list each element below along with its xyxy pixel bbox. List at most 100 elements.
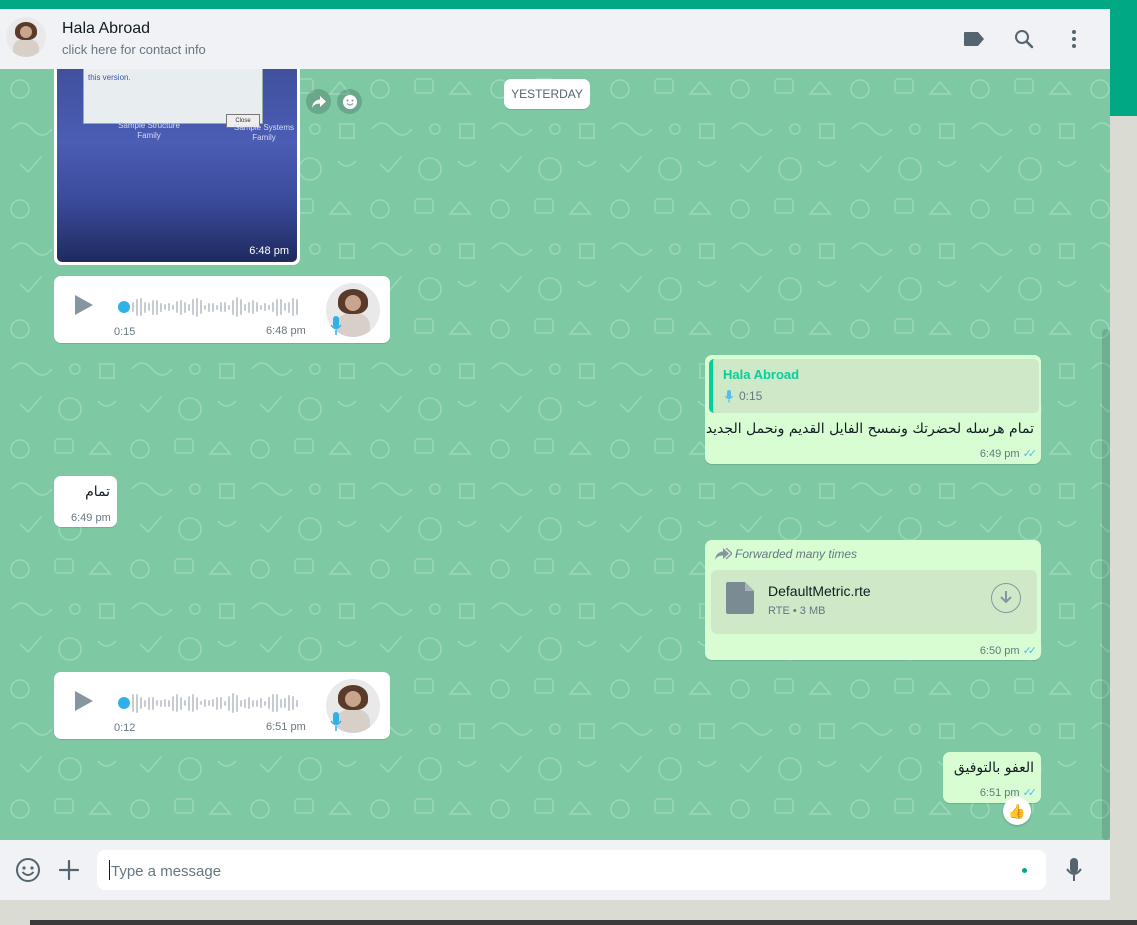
play-button[interactable]	[75, 295, 93, 315]
chat-header[interactable]: Hala Abroad click here for contact info	[0, 9, 1110, 69]
message-time: 6:48 pm	[266, 325, 306, 337]
waveform-bar	[276, 298, 278, 316]
waveform-bar	[172, 695, 174, 711]
text-caret	[109, 860, 110, 880]
waveform-bar	[200, 300, 202, 314]
outgoing-reply-message[interactable]: Hala Abroad 0:15 تمام هرسله لحضرتك ونمسح…	[705, 355, 1041, 464]
waveform-bar	[208, 302, 210, 312]
waveform-bar	[148, 303, 150, 311]
waveform-bar	[236, 694, 238, 712]
composer-bar	[0, 840, 1110, 900]
waveform-bar	[156, 700, 158, 706]
waveform-bar	[236, 297, 238, 317]
message-meta: 6:51 pm ✓✓	[980, 786, 1037, 799]
forward-icon	[311, 95, 326, 108]
outgoing-text-message[interactable]: العفو بالتوفيق 6:51 pm ✓✓	[943, 752, 1041, 803]
waveform-bar	[224, 700, 226, 706]
waveform-bar	[208, 700, 210, 706]
microphone-icon	[725, 390, 733, 403]
waveform-bar	[204, 699, 206, 707]
document-icon	[726, 582, 754, 614]
waveform-bar	[172, 304, 174, 310]
waveform-bar	[288, 301, 290, 313]
waveform-bar	[184, 301, 186, 313]
search-icon[interactable]	[1010, 25, 1038, 53]
microphone-icon	[330, 316, 342, 335]
playback-position-dot[interactable]	[118, 697, 130, 709]
play-button[interactable]	[75, 691, 93, 711]
waveform-bar	[200, 701, 202, 705]
reaction-badge[interactable]: 👍	[1003, 797, 1031, 825]
chat-scrollbar[interactable]	[1102, 329, 1110, 840]
waveform-bar	[196, 297, 198, 317]
menu-icon[interactable]	[1060, 25, 1088, 53]
message-input-container[interactable]	[97, 850, 1046, 892]
message-input[interactable]	[109, 850, 1013, 892]
waveform-bar	[284, 698, 286, 708]
voice-message[interactable]: 0:15 6:48 pm	[54, 276, 390, 343]
label-icon[interactable]	[960, 25, 988, 53]
top-accent-bar	[0, 0, 1137, 9]
attach-plus-icon[interactable]	[55, 856, 83, 884]
waveform-bar	[144, 301, 146, 313]
waveform-bar	[164, 699, 166, 707]
voice-duration: 0:12	[114, 722, 136, 734]
message-time: 6:48 pm	[249, 245, 289, 257]
waveform-bar	[188, 695, 190, 711]
waveform-bar	[280, 698, 282, 708]
contact-name[interactable]: Hala Abroad	[62, 20, 150, 38]
waveform-bar	[136, 693, 138, 713]
waveform-bar	[264, 303, 266, 311]
waveform-bar	[280, 299, 282, 315]
waveform-bar	[252, 300, 254, 314]
voice-waveform[interactable]	[132, 293, 298, 321]
waveform-bar	[160, 699, 162, 707]
waveform-bar	[164, 304, 166, 310]
waveform-bar	[296, 299, 298, 315]
message-text: تمام	[85, 484, 110, 500]
waveform-bar	[292, 298, 294, 316]
microphone-icon[interactable]	[1060, 856, 1088, 884]
react-button[interactable]	[337, 89, 362, 114]
emoji-icon[interactable]	[14, 856, 42, 884]
date-separator: YESTERDAY	[504, 79, 590, 109]
waveform-bar	[148, 696, 150, 710]
waveform-bar	[264, 700, 266, 706]
contact-avatar[interactable]	[6, 17, 46, 57]
message-time: 6:49 pm	[71, 512, 111, 524]
message-text: العفو بالتوفيق	[953, 760, 1034, 776]
forwarded-icon	[715, 548, 732, 560]
message-meta: 6:49 pm ✓✓	[980, 447, 1037, 460]
download-button[interactable]	[991, 583, 1021, 613]
voice-waveform[interactable]	[132, 689, 298, 717]
waveform-bar	[260, 698, 262, 708]
playback-position-dot[interactable]	[118, 301, 130, 313]
forward-button[interactable]	[306, 89, 331, 114]
image-thumbnail[interactable]: this version. Close Sample Structure Fami…	[57, 69, 297, 262]
waveform-bar	[176, 694, 178, 712]
waveform-bar	[272, 694, 274, 712]
waveform-bar	[192, 694, 194, 712]
voice-message[interactable]: 0:12 6:51 pm	[54, 672, 390, 739]
message-list[interactable]: YESTERDAY this version. Close Sample Str…	[0, 69, 1110, 840]
waveform-bar	[240, 699, 242, 707]
right-gray-margin	[1110, 116, 1137, 925]
message-time: 6:51 pm	[266, 721, 306, 733]
file-attachment[interactable]: DefaultMetric.rte RTE • 3 MB	[711, 570, 1037, 634]
quoted-message[interactable]: Hala Abroad 0:15	[709, 359, 1039, 413]
image-message[interactable]: this version. Close Sample Structure Fami…	[54, 69, 300, 265]
waveform-bar	[272, 302, 274, 312]
waveform-bar	[136, 298, 138, 316]
quoted-duration: 0:15	[739, 389, 763, 403]
waveform-bar	[268, 697, 270, 709]
outgoing-file-message[interactable]: Forwarded many times DefaultMetric.rte R…	[705, 540, 1041, 660]
smiley-icon	[342, 94, 357, 109]
waveform-bar	[248, 697, 250, 709]
incoming-text-message[interactable]: تمام 6:49 pm	[54, 476, 117, 527]
file-name: DefaultMetric.rte	[768, 583, 871, 599]
waveform-bar	[152, 696, 154, 710]
contact-info-hint[interactable]: click here for contact info	[62, 42, 206, 57]
waveform-bar	[220, 302, 222, 312]
waveform-bar	[160, 302, 162, 312]
waveform-bar	[216, 304, 218, 310]
